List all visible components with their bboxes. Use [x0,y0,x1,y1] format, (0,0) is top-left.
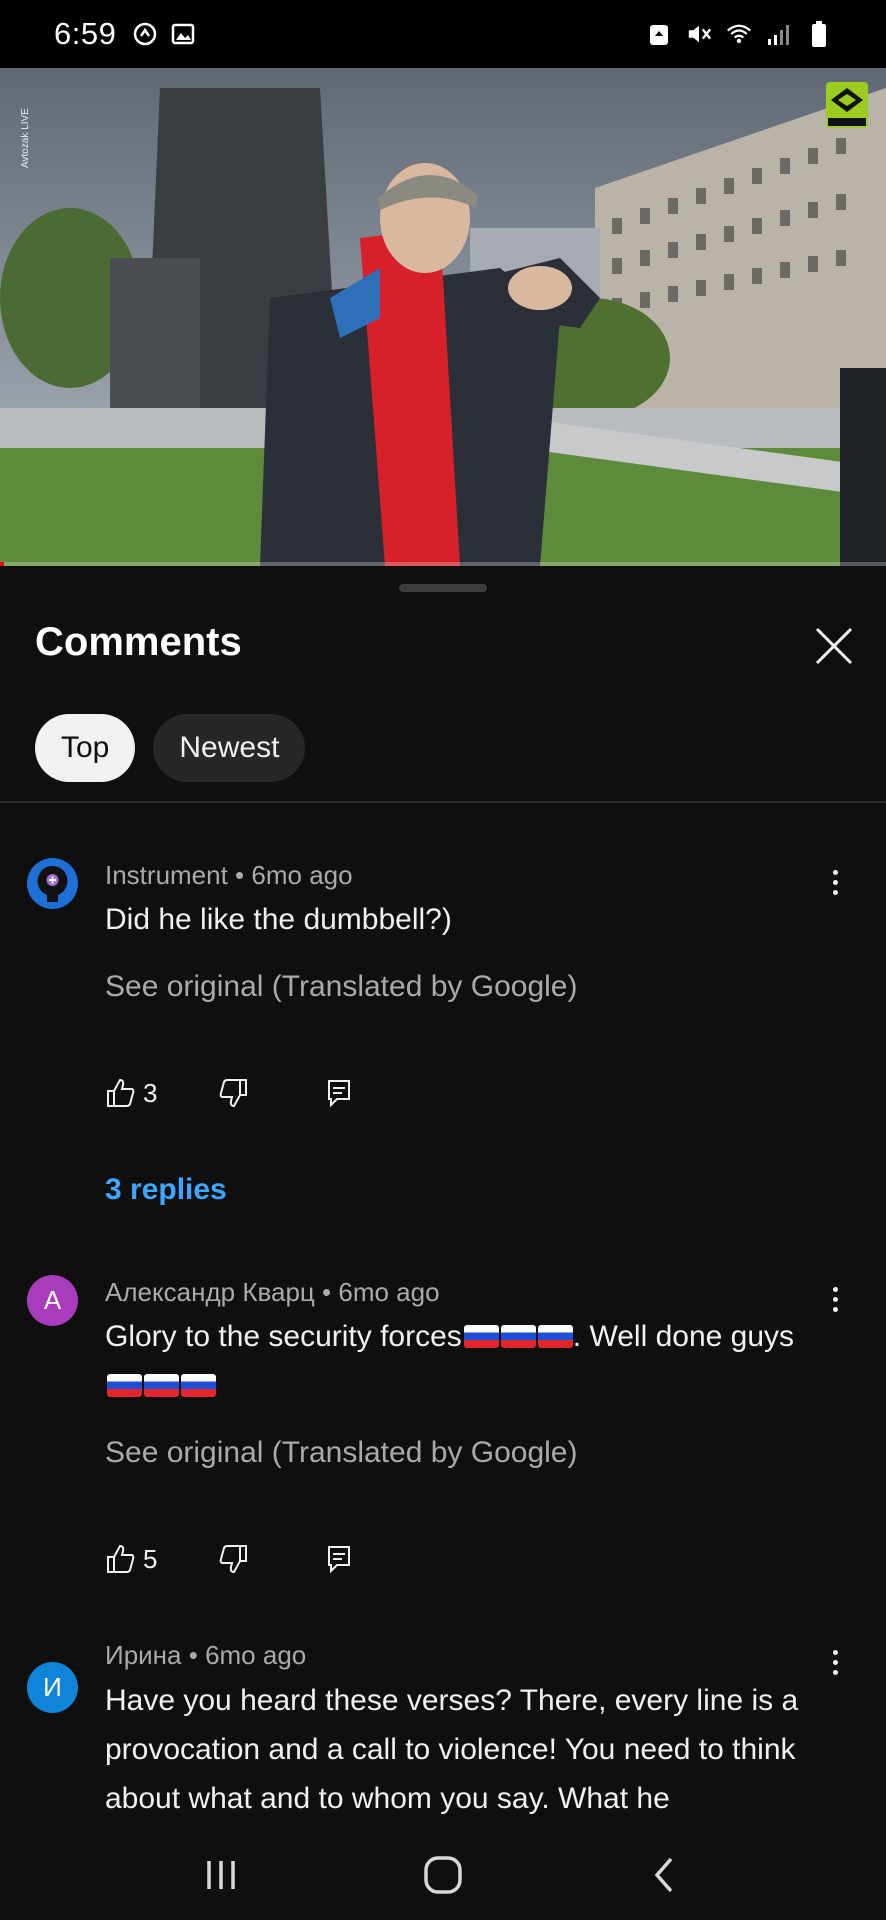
divider [0,801,886,803]
wifi-icon [726,21,752,47]
comment-meta: Instrument • 6mo ago [105,860,353,891]
kebab-dot [832,1649,838,1655]
comment-text-part: Glory to the security forces [105,1320,462,1353]
meta-separator: • [314,1277,339,1307]
comment-text-part: . Well done guys [572,1320,795,1353]
thumbs-down-icon [220,1079,248,1108]
avatar[interactable]: A [27,1275,78,1326]
reply-button[interactable] [325,1544,353,1574]
gallery-icon [170,21,196,47]
back-button[interactable] [635,1845,695,1905]
chip-newest[interactable]: Newest [153,714,306,782]
close-button[interactable] [812,624,856,668]
home-icon [424,1856,462,1894]
sheet-drag-handle[interactable] [399,584,487,592]
chip-top[interactable]: Top [35,714,136,782]
russia-flag-icon [144,1374,179,1397]
russia-flag-icon [463,1325,499,1348]
home-button[interactable] [413,1845,473,1905]
like-count: 3 [143,1077,158,1108]
thumbs-up-icon [107,1544,135,1573]
meta-separator: • [181,1640,206,1670]
status-time: 6:59 [54,16,117,51]
kebab-dot [832,1669,838,1675]
kebab-dot [832,1286,838,1292]
back-icon [654,1857,673,1893]
signal-icon [766,21,792,47]
meta-separator: • [227,860,252,890]
sort-chips: Top Newest [35,714,306,782]
sheet-title: Comments [35,620,242,664]
kebab-dot [832,1306,838,1312]
dislike-button[interactable] [217,1543,249,1575]
kebab-dot [832,1659,838,1665]
view-replies-link[interactable]: 3 replies [105,1173,227,1207]
comment-time: 6mo ago [251,860,353,890]
kebab-dot [832,1296,838,1302]
comments-sheet: Comments Top Newest Instrument • 6mo ago… [0,566,886,1830]
thumbs-down-icon [220,1545,248,1574]
comment-text: Have you heard these verses? There, ever… [105,1684,799,1815]
see-original-link[interactable]: See original (Translated by Google) [105,1436,577,1470]
kebab-dot [832,879,838,885]
reply-icon [328,1080,351,1108]
close-icon [815,627,853,665]
comment-author[interactable]: Ирина [105,1640,182,1670]
russia-flag-icon [537,1325,573,1348]
status-bar: 6:59 [0,0,886,68]
russia-flag-icon [107,1374,142,1397]
video-watermark: Avtozak LIVE [20,108,31,168]
like-button[interactable]: 5 [105,1543,157,1575]
comment-text: Glory to the security forces . Well done … [105,1312,825,1410]
avatar[interactable]: И [27,1662,78,1713]
comment-meta: Александр Кварц • 6mo ago [105,1277,440,1308]
recents-button[interactable] [191,1845,251,1905]
comment-meta: Ирина • 6mo ago [105,1640,306,1671]
recents-icon [207,1861,235,1889]
avatar[interactable] [27,858,78,909]
channel-logo [822,80,872,130]
reply-button[interactable] [325,1078,353,1108]
mute-icon [686,21,712,47]
video-player[interactable]: Avtozak LIVE [0,68,886,566]
comment-actions: 3 [105,1077,353,1109]
comment-text: Did he like the dumbbell?) [105,903,452,936]
comment-time: 6mo ago [205,1640,307,1670]
see-original-link[interactable]: See original (Translated by Google) [105,970,577,1004]
battery-icon [806,21,832,47]
data-saver-icon [132,21,158,47]
comment-actions: 5 [105,1543,353,1575]
thumbs-up-icon [107,1078,135,1107]
system-nav-bar [0,1830,886,1920]
like-count: 5 [143,1543,158,1574]
kebab-dot [832,889,838,895]
like-button[interactable]: 3 [105,1077,157,1109]
dislike-button[interactable] [217,1077,249,1109]
comment-author[interactable]: Александр Кварц [105,1277,315,1307]
reply-icon [328,1546,351,1574]
avatar-icon [27,858,78,909]
russia-flag-icon [181,1374,216,1397]
kebab-dot [832,869,838,875]
recycle-icon [646,21,672,47]
video-frame [0,68,886,566]
russia-flag-icon [500,1325,536,1348]
comment-time: 6mo ago [338,1277,440,1307]
comment-author[interactable]: Instrument [105,860,228,890]
